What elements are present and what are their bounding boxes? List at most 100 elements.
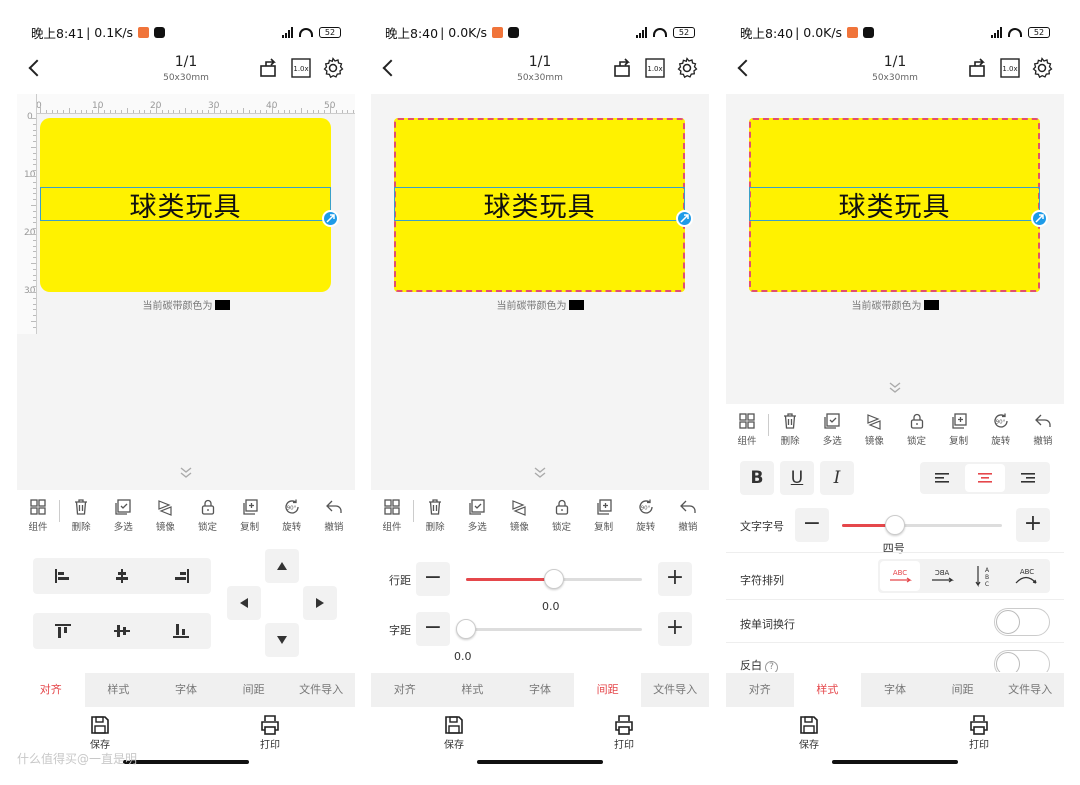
- toolbar-trash-button[interactable]: 删除: [769, 404, 811, 447]
- zoom-icon[interactable]: 1.0x: [289, 56, 313, 80]
- resize-handle-icon[interactable]: [322, 210, 339, 227]
- tab-1[interactable]: 样式: [793, 673, 862, 707]
- bold-button[interactable]: B: [740, 461, 774, 495]
- align-left-icon[interactable]: [53, 568, 73, 584]
- arrange-vertical-icon[interactable]: ABC: [964, 561, 1004, 591]
- tab-1[interactable]: 样式: [85, 673, 153, 707]
- toolbar-mirror-button[interactable]: 镜像: [498, 490, 540, 533]
- help-icon[interactable]: ?: [765, 661, 778, 672]
- text-align-center-icon[interactable]: [965, 464, 1005, 492]
- text-element[interactable]: 球类玩具: [394, 187, 685, 223]
- save-button[interactable]: 保存: [424, 714, 484, 751]
- font-size-minus-button[interactable]: −: [795, 508, 829, 542]
- label-canvas[interactable]: 球类玩具: [749, 118, 1048, 292]
- toolbar-mirror-button[interactable]: 镜像: [853, 404, 895, 447]
- arrange-arc-icon[interactable]: ABC: [1006, 561, 1046, 591]
- toolbar-trash-button[interactable]: 删除: [60, 490, 102, 533]
- align-right-icon[interactable]: [171, 568, 191, 584]
- save-button[interactable]: 保存: [70, 714, 130, 751]
- tab-4[interactable]: 文件导入: [287, 673, 355, 707]
- tab-2[interactable]: 字体: [152, 673, 220, 707]
- tab-2[interactable]: 字体: [506, 673, 574, 707]
- move-up-button[interactable]: [265, 549, 299, 583]
- char-spacing-knob[interactable]: [456, 619, 476, 639]
- text-align-right-icon[interactable]: [1008, 464, 1048, 492]
- move-left-button[interactable]: [227, 586, 261, 620]
- word-wrap-toggle[interactable]: [994, 608, 1050, 636]
- tab-2[interactable]: 字体: [861, 673, 929, 707]
- resize-handle-icon[interactable]: [1031, 210, 1048, 227]
- export-icon[interactable]: [966, 56, 990, 80]
- toolbar-lock-button[interactable]: 锁定: [896, 404, 938, 447]
- toolbar-lock-button[interactable]: 锁定: [541, 490, 583, 533]
- save-button[interactable]: 保存: [779, 714, 839, 751]
- toolbar-multi-select-button[interactable]: 多选: [811, 404, 853, 447]
- align-vcenter-icon[interactable]: [112, 622, 132, 640]
- font-size-knob[interactable]: [884, 515, 905, 535]
- tab-3[interactable]: 间距: [929, 673, 997, 707]
- toolbar-copy-button[interactable]: 复制: [229, 490, 271, 533]
- export-icon[interactable]: [611, 56, 635, 80]
- tab-0[interactable]: 对齐: [17, 673, 85, 707]
- settings-gear-icon[interactable]: [675, 56, 699, 80]
- text-element[interactable]: 球类玩具: [40, 187, 331, 223]
- align-bottom-icon[interactable]: [171, 622, 191, 640]
- label-canvas[interactable]: 球类玩具: [40, 118, 339, 292]
- zoom-icon[interactable]: 1.0x: [643, 56, 667, 80]
- align-top-icon[interactable]: [53, 622, 73, 640]
- move-right-button[interactable]: [303, 586, 337, 620]
- tab-0[interactable]: 对齐: [726, 673, 794, 707]
- toolbar-trash-button[interactable]: 删除: [414, 490, 456, 533]
- print-button[interactable]: 打印: [949, 714, 1009, 751]
- char-spacing-minus-button[interactable]: −: [416, 612, 450, 646]
- tab-1[interactable]: 样式: [439, 673, 507, 707]
- italic-button[interactable]: I: [820, 461, 854, 495]
- print-button[interactable]: 打印: [240, 714, 300, 751]
- toolbar-copy-button[interactable]: 复制: [938, 404, 980, 447]
- line-spacing-knob[interactable]: [544, 569, 564, 589]
- text-align-left-icon[interactable]: [922, 464, 962, 492]
- char-spacing-slider[interactable]: [466, 628, 642, 631]
- invert-toggle[interactable]: [994, 650, 1050, 672]
- toolbar-rotate-button[interactable]: 90° 旋转: [980, 404, 1022, 447]
- settings-gear-icon[interactable]: [1030, 56, 1054, 80]
- line-spacing-minus-button[interactable]: −: [416, 562, 450, 596]
- label-canvas[interactable]: 球类玩具: [394, 118, 693, 292]
- collapse-chevron-icon[interactable]: [888, 381, 902, 395]
- tab-3[interactable]: 间距: [220, 673, 288, 707]
- toolbar-grid-button[interactable]: 组件: [17, 490, 59, 533]
- resize-handle-icon[interactable]: [676, 210, 693, 227]
- tab-4[interactable]: 文件导入: [641, 673, 709, 707]
- line-spacing-plus-button[interactable]: +: [658, 562, 692, 596]
- settings-gear-icon[interactable]: [321, 56, 345, 80]
- editor-canvas[interactable]: 球类玩具 当前碳带颜色为: [726, 94, 1064, 404]
- collapse-chevron-icon[interactable]: [179, 466, 193, 480]
- tab-4[interactable]: 文件导入: [996, 673, 1064, 707]
- toolbar-undo-button[interactable]: 撤销: [313, 490, 355, 533]
- toolbar-copy-button[interactable]: 复制: [583, 490, 625, 533]
- toolbar-mirror-button[interactable]: 镜像: [144, 490, 186, 533]
- tab-0[interactable]: 对齐: [371, 673, 439, 707]
- toolbar-undo-button[interactable]: 撤销: [667, 490, 709, 533]
- underline-button[interactable]: U: [780, 461, 814, 495]
- toolbar-rotate-button[interactable]: 90° 旋转: [271, 490, 313, 533]
- zoom-icon[interactable]: 1.0x: [998, 56, 1022, 80]
- tab-3[interactable]: 间距: [573, 673, 642, 707]
- arrange-horizontal-icon[interactable]: ABC: [880, 561, 920, 591]
- move-down-button[interactable]: [265, 623, 299, 657]
- arrange-reverse-icon[interactable]: ABC: [922, 561, 962, 591]
- align-hcenter-icon[interactable]: [112, 568, 132, 584]
- collapse-chevron-icon[interactable]: [533, 466, 547, 480]
- toolbar-undo-button[interactable]: 撤销: [1022, 404, 1064, 447]
- toolbar-grid-button[interactable]: 组件: [726, 404, 768, 447]
- editor-canvas[interactable]: 0 10 20 30 40 50 0 10 20 30 球类玩具 当前碳带颜色为: [17, 94, 355, 490]
- toolbar-rotate-button[interactable]: 90° 旋转: [625, 490, 667, 533]
- font-size-plus-button[interactable]: +: [1016, 508, 1050, 542]
- text-element[interactable]: 球类玩具: [749, 187, 1040, 223]
- toolbar-grid-button[interactable]: 组件: [371, 490, 413, 533]
- toolbar-multi-select-button[interactable]: 多选: [456, 490, 498, 533]
- toolbar-multi-select-button[interactable]: 多选: [102, 490, 144, 533]
- char-spacing-plus-button[interactable]: +: [658, 612, 692, 646]
- print-button[interactable]: 打印: [594, 714, 654, 751]
- toolbar-lock-button[interactable]: 锁定: [187, 490, 229, 533]
